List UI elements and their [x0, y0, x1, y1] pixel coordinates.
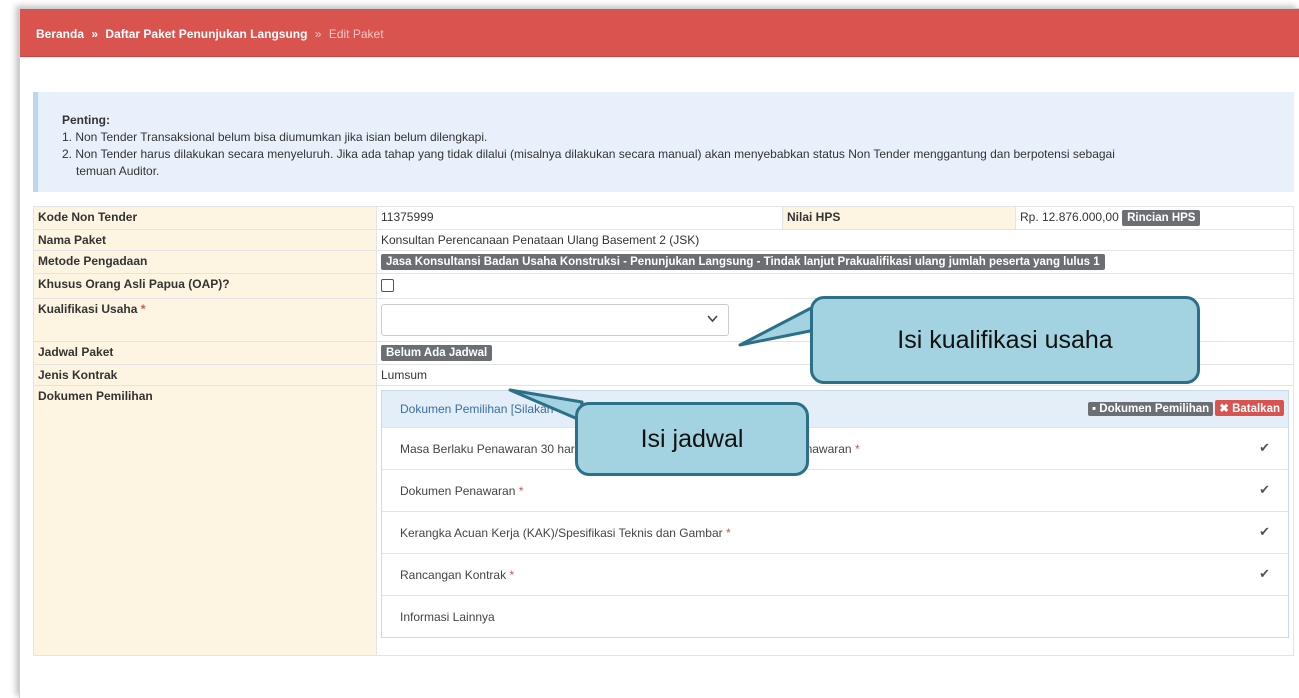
list-item[interactable]: Masa Berlaku Penawaran 30 hari sejak bat… — [382, 427, 1288, 469]
breadcrumb-list[interactable]: Daftar Paket Penunjukan Langsung — [105, 27, 307, 41]
check-icon: ✔ — [1259, 524, 1270, 539]
dokumen-cell: Dokumen Pemilihan [Silakan ▪ Dokumen Pem… — [376, 385, 1294, 656]
hps-value: Rp. 12.876.000,00 — [1020, 210, 1119, 224]
doc-label: Kerangka Acuan Kerja (KAK)/Spesifikasi T… — [400, 526, 723, 540]
list-item[interactable]: Rancangan Kontrak * ✔ — [382, 553, 1288, 595]
dokumen-panel: Dokumen Pemilihan [Silakan ▪ Dokumen Pem… — [381, 390, 1289, 638]
check-icon: ✔ — [1259, 482, 1270, 497]
panel-header: Dokumen Pemilihan [Silakan ▪ Dokumen Pem… — [382, 391, 1288, 427]
kualifikasi-label-text: Kualifikasi Usaha — [38, 302, 138, 316]
close-icon: ✖ — [1219, 403, 1229, 415]
hps-cell: Rp. 12.876.000,00 Rincian HPS — [1015, 206, 1294, 230]
breadcrumb-home[interactable]: Beranda — [36, 27, 84, 41]
notice-line-2: 2. Non Tender harus dilakukan secara men… — [62, 147, 1115, 161]
notice-title: Penting: — [62, 113, 110, 127]
doc-label: Informasi Lainnya — [400, 610, 495, 624]
notice-line-1: 1. Non Tender Transaksional belum bisa d… — [62, 130, 488, 144]
notice-line-3: temuan Auditor. — [76, 164, 160, 178]
batalkan-label: Batalkan — [1232, 403, 1280, 415]
list-item[interactable]: Dokumen Penawaran * ✔ — [382, 469, 1288, 511]
oap-checkbox[interactable] — [381, 279, 394, 292]
check-icon: ✔ — [1259, 566, 1270, 581]
important-notice: Penting: 1. Non Tender Transaksional bel… — [33, 92, 1294, 192]
kode-label: Kode Non Tender — [33, 206, 377, 230]
metode-label: Metode Pengadaan — [33, 250, 377, 274]
nama-label: Nama Paket — [33, 229, 377, 251]
row-nama: Nama Paket Konsultan Perencanaan Penataa… — [33, 229, 1294, 251]
kualifikasi-select[interactable] — [381, 304, 729, 336]
panel-title: Dokumen Pemilihan [Silakan — [400, 402, 554, 416]
metode-cell: Jasa Konsultansi Badan Usaha Konstruksi … — [376, 250, 1294, 274]
breadcrumb-separator: » — [314, 27, 322, 41]
breadcrumb: Beranda » Daftar Paket Penunjukan Langsu… — [20, 9, 1299, 57]
required-mark: * — [854, 442, 860, 456]
row-oap: Khusus Orang Asli Papua (OAP)? — [33, 273, 1294, 299]
callout-jadwal: Isi jadwal — [575, 402, 809, 476]
kode-value: 11375999 — [376, 206, 783, 230]
jadwal-button[interactable]: Belum Ada Jadwal — [381, 345, 493, 361]
list-item[interactable]: Kerangka Acuan Kerja (KAK)/Spesifikasi T… — [382, 511, 1288, 553]
oap-label: Khusus Orang Asli Papua (OAP)? — [33, 273, 377, 299]
nama-value: Konsultan Perencanaan Penataan Ulang Bas… — [376, 229, 1294, 251]
callout-kualifikasi: Isi kualifikasi usaha — [810, 296, 1200, 384]
doc-label: Dokumen Penawaran — [400, 484, 516, 498]
row-kode: Kode Non Tender 11375999 Nilai HPS Rp. 1… — [33, 206, 1294, 230]
oap-cell — [376, 273, 1294, 299]
required-mark: * — [725, 526, 731, 540]
kualifikasi-label: Kualifikasi Usaha * — [33, 298, 377, 342]
list-item[interactable]: Informasi Lainnya — [382, 595, 1288, 637]
file-icon: ▪ — [1092, 403, 1097, 415]
batalkan-button[interactable]: ✖ Batalkan — [1215, 400, 1284, 416]
metode-badge: Jasa Konsultansi Badan Usaha Konstruksi … — [381, 254, 1105, 270]
dokumen-pemilihan-label: Dokumen Pemilihan — [1099, 403, 1210, 415]
hps-label: Nilai HPS — [782, 206, 1016, 230]
chevron-down-icon — [707, 314, 718, 326]
required-mark: * — [140, 302, 146, 316]
row-metode: Metode Pengadaan Jasa Konsultansi Badan … — [33, 250, 1294, 274]
required-mark: * — [518, 484, 524, 498]
dokumen-label: Dokumen Pemilihan — [33, 385, 377, 656]
dokumen-pemilihan-button[interactable]: ▪ Dokumen Pemilihan — [1088, 402, 1214, 416]
kontrak-label: Jenis Kontrak — [33, 364, 377, 386]
breadcrumb-separator: » — [91, 27, 99, 41]
panel-actions: ▪ Dokumen Pemilihan ✖ Batalkan — [1088, 400, 1284, 416]
breadcrumb-current: Edit Paket — [328, 27, 384, 41]
doc-label: Rancangan Kontrak — [400, 568, 507, 582]
rincian-hps-button[interactable]: Rincian HPS — [1122, 210, 1201, 226]
required-mark: * — [509, 568, 515, 582]
jadwal-label: Jadwal Paket — [33, 341, 377, 365]
check-icon: ✔ — [1259, 440, 1270, 455]
